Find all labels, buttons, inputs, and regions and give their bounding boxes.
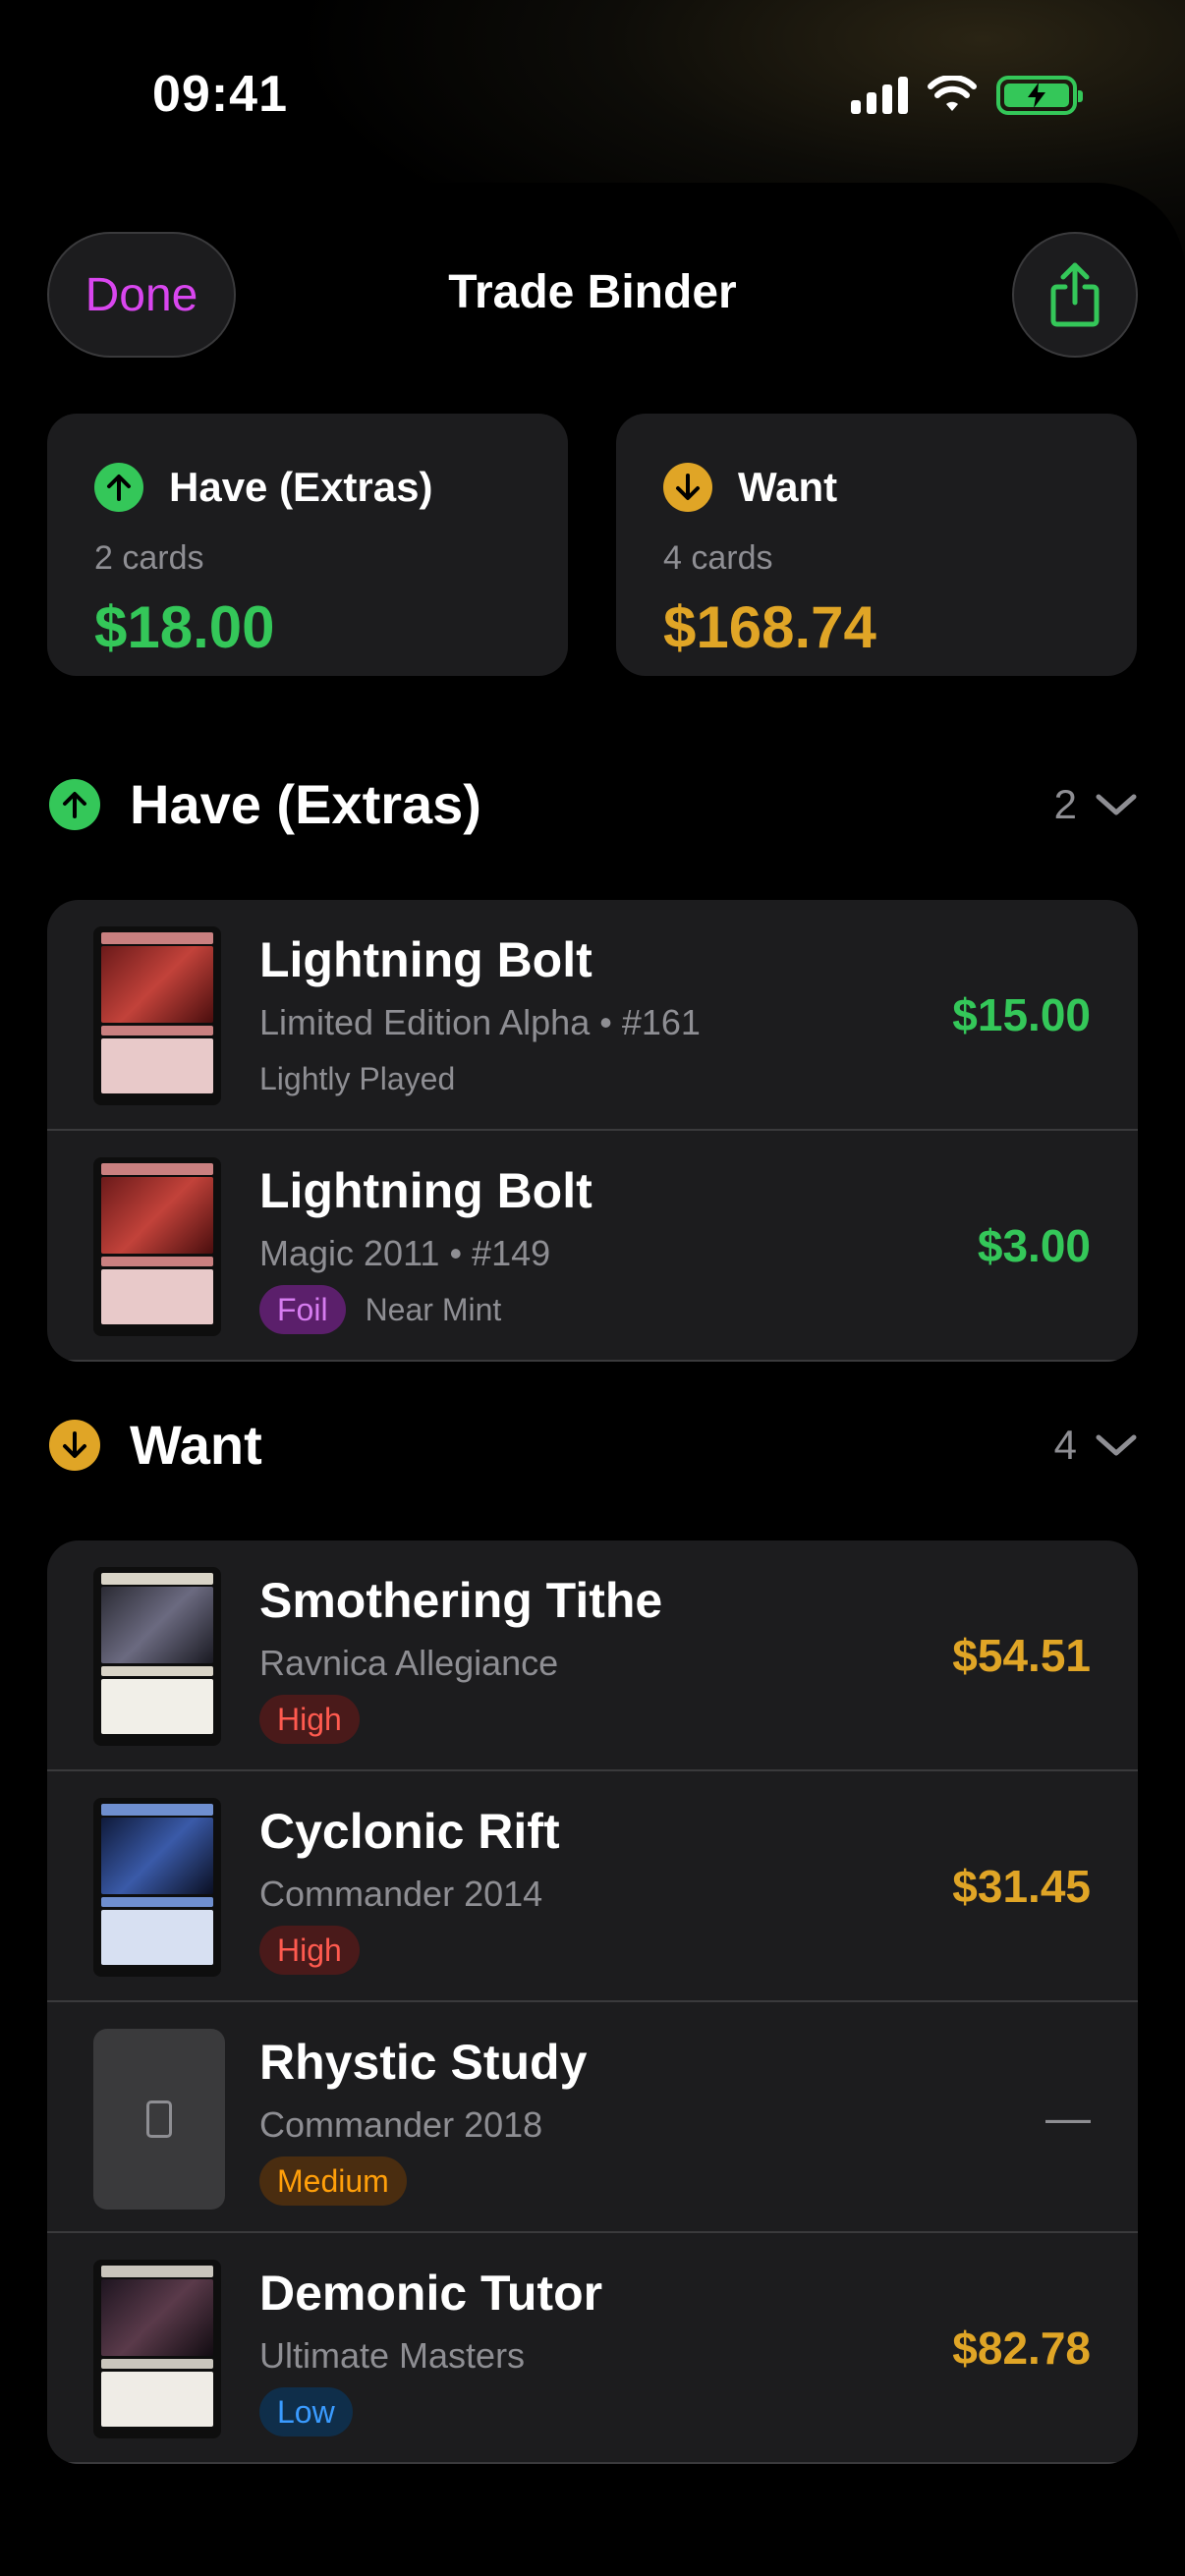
card-set: Ravnica Allegiance — [259, 1643, 559, 1683]
card-name: Demonic Tutor — [259, 2266, 603, 2321]
want-summary-card[interactable]: Want 4 cards $168.74 — [616, 414, 1137, 676]
page-title: Trade Binder — [448, 266, 737, 318]
have-section-title: Have (Extras) — [130, 773, 481, 835]
arrow-up-circle-icon — [94, 463, 143, 512]
chevron-down-icon — [1096, 794, 1137, 814]
arrow-down-circle-icon — [49, 1419, 100, 1471]
have-list: Lightning Bolt Limited Edition Alpha • #… — [47, 900, 1138, 1362]
list-item[interactable]: Cyclonic Rift Commander 2014 High $31.45 — [47, 1771, 1138, 2002]
card-condition: Near Mint — [365, 1291, 502, 1327]
card-name: Cyclonic Rift — [259, 1804, 560, 1859]
have-summary-value: $18.00 — [94, 594, 275, 660]
have-summary-count: 2 cards — [94, 539, 204, 577]
status-time: 09:41 — [152, 66, 288, 123]
card-price: $82.78 — [952, 2322, 1091, 2374]
have-section-count: 2 — [1053, 780, 1077, 827]
card-set: Commander 2014 — [259, 1874, 543, 1914]
trade-binder-screen: 09:41 Done Trade Binder Have (Extras) 2 … — [0, 0, 1185, 2576]
card-set: Ultimate Masters — [259, 2335, 526, 2376]
card-price: $31.45 — [952, 1860, 1091, 1912]
binder-sheet: Done Trade Binder Have (Extras) 2 cards … — [0, 183, 1185, 2576]
card-name: Lightning Bolt — [259, 1163, 592, 1218]
foil-badge: Foil — [259, 1285, 346, 1334]
list-item[interactable]: Smothering Tithe Ravnica Allegiance High… — [47, 1540, 1138, 1771]
list-item[interactable]: Lightning Bolt Limited Edition Alpha • #… — [47, 900, 1138, 1131]
card-price: $15.00 — [952, 988, 1091, 1040]
priority-badge: High — [259, 1695, 360, 1744]
arrow-up-circle-icon — [49, 778, 100, 830]
want-summary-count: 4 cards — [663, 539, 773, 577]
share-icon — [1050, 262, 1100, 327]
list-item[interactable]: Rhystic Study Commander 2018 Medium — — [47, 2002, 1138, 2233]
card-price: — — [1045, 2091, 1091, 2143]
priority-badge: Medium — [259, 2156, 407, 2206]
card-condition: Lightly Played — [259, 1060, 456, 1096]
card-price: $54.51 — [952, 1629, 1091, 1681]
cellular-signal-icon — [851, 77, 908, 114]
arrow-down-circle-icon — [663, 463, 712, 512]
want-section-count: 4 — [1053, 1421, 1077, 1468]
list-item[interactable]: Lightning Bolt Magic 2011 • #149 Foil Ne… — [47, 1131, 1138, 1362]
have-summary-card[interactable]: Have (Extras) 2 cards $18.00 — [47, 414, 568, 676]
want-summary-value: $168.74 — [663, 594, 876, 660]
card-set: Commander 2018 — [259, 2104, 543, 2145]
card-thumbnail — [93, 1798, 221, 1977]
want-list: Smothering Tithe Ravnica Allegiance High… — [47, 1540, 1138, 2464]
card-placeholder-icon — [93, 2029, 225, 2210]
card-thumbnail — [93, 1567, 221, 1746]
chevron-down-icon — [1096, 1434, 1137, 1455]
card-thumbnail — [93, 1157, 221, 1336]
card-thumbnail — [93, 926, 221, 1105]
card-price: $3.00 — [977, 1219, 1091, 1271]
want-summary-label: Want — [738, 464, 838, 510]
share-button[interactable] — [1012, 232, 1138, 358]
card-name: Lightning Bolt — [259, 932, 592, 987]
card-set: Limited Edition Alpha • #161 — [259, 1002, 701, 1042]
priority-badge: Low — [259, 2387, 353, 2436]
want-section-title: Want — [130, 1414, 262, 1476]
card-name: Smothering Tithe — [259, 1573, 663, 1628]
card-thumbnail — [93, 2260, 221, 2438]
card-set: Magic 2011 • #149 — [259, 1233, 551, 1273]
have-summary-label: Have (Extras) — [169, 464, 433, 510]
priority-badge: High — [259, 1926, 360, 1975]
want-section-header[interactable]: Want 4 — [49, 1413, 1138, 1477]
status-icons — [851, 71, 1083, 120]
have-section-header[interactable]: Have (Extras) 2 — [49, 772, 1138, 836]
battery-charging-icon — [996, 76, 1083, 115]
card-name: Rhystic Study — [259, 2035, 588, 2090]
wifi-icon — [928, 76, 977, 111]
list-item[interactable]: Demonic Tutor Ultimate Masters Low $82.7… — [47, 2233, 1138, 2464]
